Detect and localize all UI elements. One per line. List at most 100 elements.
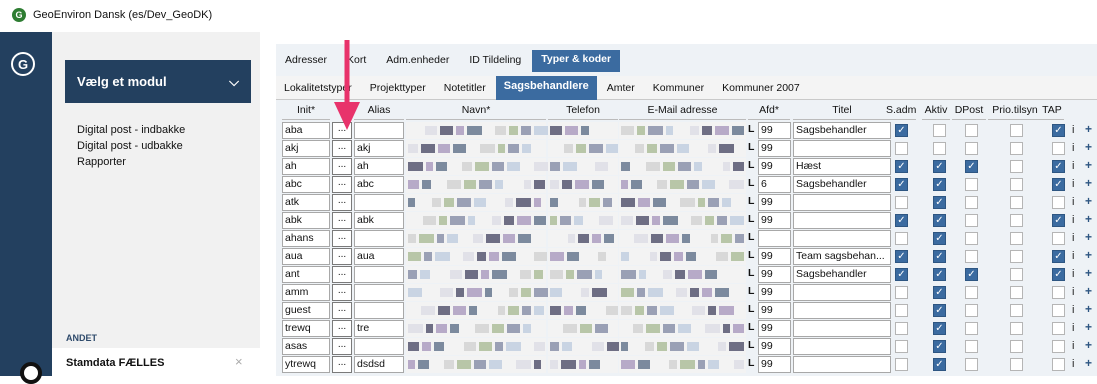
afd-lookup-label[interactable]: L [748, 230, 758, 247]
tap-checkbox[interactable] [1052, 304, 1065, 317]
dpost-checkbox[interactable] [965, 196, 978, 209]
afd-lookup-label[interactable]: L [748, 302, 758, 319]
afd-field[interactable]: 99 [758, 158, 791, 175]
browse-button[interactable]: ... [332, 338, 352, 355]
browse-button[interactable]: ... [332, 230, 352, 247]
add-icon[interactable]: + [1085, 248, 1092, 265]
tap-checkbox[interactable] [1052, 358, 1065, 371]
init-field[interactable]: atk [282, 194, 330, 211]
column-header-init-[interactable]: Init* [282, 104, 330, 120]
column-header-s-adm[interactable]: S.adm [886, 104, 916, 120]
info-icon[interactable]: i [1072, 124, 1074, 141]
titel-field[interactable]: Sagsbehandler [793, 266, 891, 283]
afd-lookup-label[interactable]: L [748, 356, 758, 373]
dpost-checkbox[interactable] [965, 250, 978, 263]
aktiv-checkbox[interactable]: ✓ [933, 196, 946, 209]
prio-tilsyn-checkbox[interactable] [1010, 214, 1023, 227]
init-field[interactable]: amm [282, 284, 330, 301]
aktiv-checkbox[interactable]: ✓ [933, 322, 946, 335]
sadm-checkbox[interactable]: ✓ [895, 160, 908, 173]
tap-checkbox[interactable]: ✓ [1052, 160, 1065, 173]
init-field[interactable]: ah [282, 158, 330, 175]
afd-field[interactable]: 99 [758, 284, 791, 301]
init-field[interactable]: ytrewq [282, 356, 330, 373]
tab-adm-enheder[interactable]: Adm.enheder [377, 50, 458, 72]
info-icon[interactable]: i [1072, 160, 1074, 177]
dpost-checkbox[interactable]: ✓ [965, 160, 978, 173]
dpost-checkbox[interactable]: ✓ [965, 268, 978, 281]
tap-checkbox[interactable] [1052, 340, 1065, 353]
init-field[interactable]: akj [282, 140, 330, 157]
dpost-checkbox[interactable] [965, 232, 978, 245]
titel-field[interactable]: Hæst [793, 158, 891, 175]
tap-checkbox[interactable]: ✓ [1052, 178, 1065, 191]
add-icon[interactable]: + [1085, 194, 1092, 211]
tab-id-tildeling[interactable]: ID Tildeling [460, 50, 530, 72]
subtab-kommuner[interactable]: Kommuner [645, 76, 712, 100]
column-header-titel[interactable]: Titel [793, 104, 891, 120]
sadm-checkbox[interactable] [895, 142, 908, 155]
add-icon[interactable]: + [1085, 158, 1092, 175]
browse-button[interactable]: ... [332, 140, 352, 157]
sadm-checkbox[interactable] [895, 232, 908, 245]
tap-checkbox[interactable]: ✓ [1052, 214, 1065, 227]
subtab-sagsbehandlere[interactable]: Sagsbehandlere [495, 76, 597, 100]
sadm-checkbox[interactable] [895, 322, 908, 335]
init-field[interactable]: aua [282, 248, 330, 265]
tap-checkbox[interactable] [1052, 196, 1065, 209]
info-icon[interactable]: i [1072, 214, 1074, 231]
add-icon[interactable]: + [1085, 302, 1092, 319]
init-field[interactable]: guest [282, 302, 330, 319]
aktiv-checkbox[interactable]: ✓ [933, 268, 946, 281]
afd-field[interactable] [758, 230, 791, 247]
info-icon[interactable]: i [1072, 178, 1074, 195]
tap-checkbox[interactable]: ✓ [1052, 250, 1065, 263]
alias-field[interactable] [354, 338, 404, 355]
aktiv-checkbox[interactable]: ✓ [933, 286, 946, 299]
browse-button[interactable]: ... [332, 284, 352, 301]
browse-button[interactable]: ... [332, 302, 352, 319]
subtab-kommuner-2007[interactable]: Kommuner 2007 [714, 76, 808, 100]
titel-field[interactable] [793, 230, 891, 247]
column-header-aktiv[interactable]: Aktiv [922, 104, 950, 120]
tap-checkbox[interactable]: ✓ [1052, 268, 1065, 281]
column-header-navn-[interactable]: Navn* [406, 104, 546, 120]
aktiv-checkbox[interactable]: ✓ [933, 304, 946, 317]
prio-tilsyn-checkbox[interactable] [1010, 322, 1023, 335]
titel-field[interactable] [793, 212, 891, 229]
prio-tilsyn-checkbox[interactable] [1010, 142, 1023, 155]
dpost-checkbox[interactable] [965, 124, 978, 137]
info-icon[interactable]: i [1072, 304, 1074, 321]
alias-field[interactable] [354, 284, 404, 301]
column-header-prio-tilsyn[interactable]: Prio.tilsyn [988, 104, 1042, 120]
afd-lookup-label[interactable]: L [748, 338, 758, 355]
column-header-dpost[interactable]: DPost [952, 104, 986, 120]
subtab-projekttyper[interactable]: Projekttyper [362, 76, 434, 100]
init-field[interactable]: aba [282, 122, 330, 139]
dpost-checkbox[interactable] [965, 340, 978, 353]
init-field[interactable]: asas [282, 338, 330, 355]
info-icon[interactable]: i [1072, 250, 1074, 267]
module-select[interactable]: Vælg et modul ⌵ [65, 60, 251, 103]
afd-lookup-label[interactable]: L [748, 212, 758, 229]
afd-lookup-label[interactable]: L [748, 320, 758, 337]
aktiv-checkbox[interactable]: ✓ [933, 340, 946, 353]
subtab-amter[interactable]: Amter [599, 76, 643, 100]
tab-adresser[interactable]: Adresser [276, 50, 336, 72]
add-icon[interactable]: + [1085, 176, 1092, 193]
alias-field[interactable]: ah [354, 158, 404, 175]
afd-field[interactable]: 99 [758, 140, 791, 157]
add-icon[interactable]: + [1085, 122, 1092, 139]
sadm-checkbox[interactable]: ✓ [895, 214, 908, 227]
dpost-checkbox[interactable] [965, 142, 978, 155]
aktiv-checkbox[interactable]: ✓ [933, 232, 946, 245]
afd-lookup-label[interactable]: L [748, 266, 758, 283]
dpost-checkbox[interactable] [965, 214, 978, 227]
browse-button[interactable]: ... [332, 320, 352, 337]
info-icon[interactable]: i [1072, 268, 1074, 285]
prio-tilsyn-checkbox[interactable] [1010, 358, 1023, 371]
prio-tilsyn-checkbox[interactable] [1010, 124, 1023, 137]
browse-button[interactable]: ... [332, 248, 352, 265]
add-icon[interactable]: + [1085, 320, 1092, 337]
titel-field[interactable]: Team sagsbehan... [793, 248, 891, 265]
